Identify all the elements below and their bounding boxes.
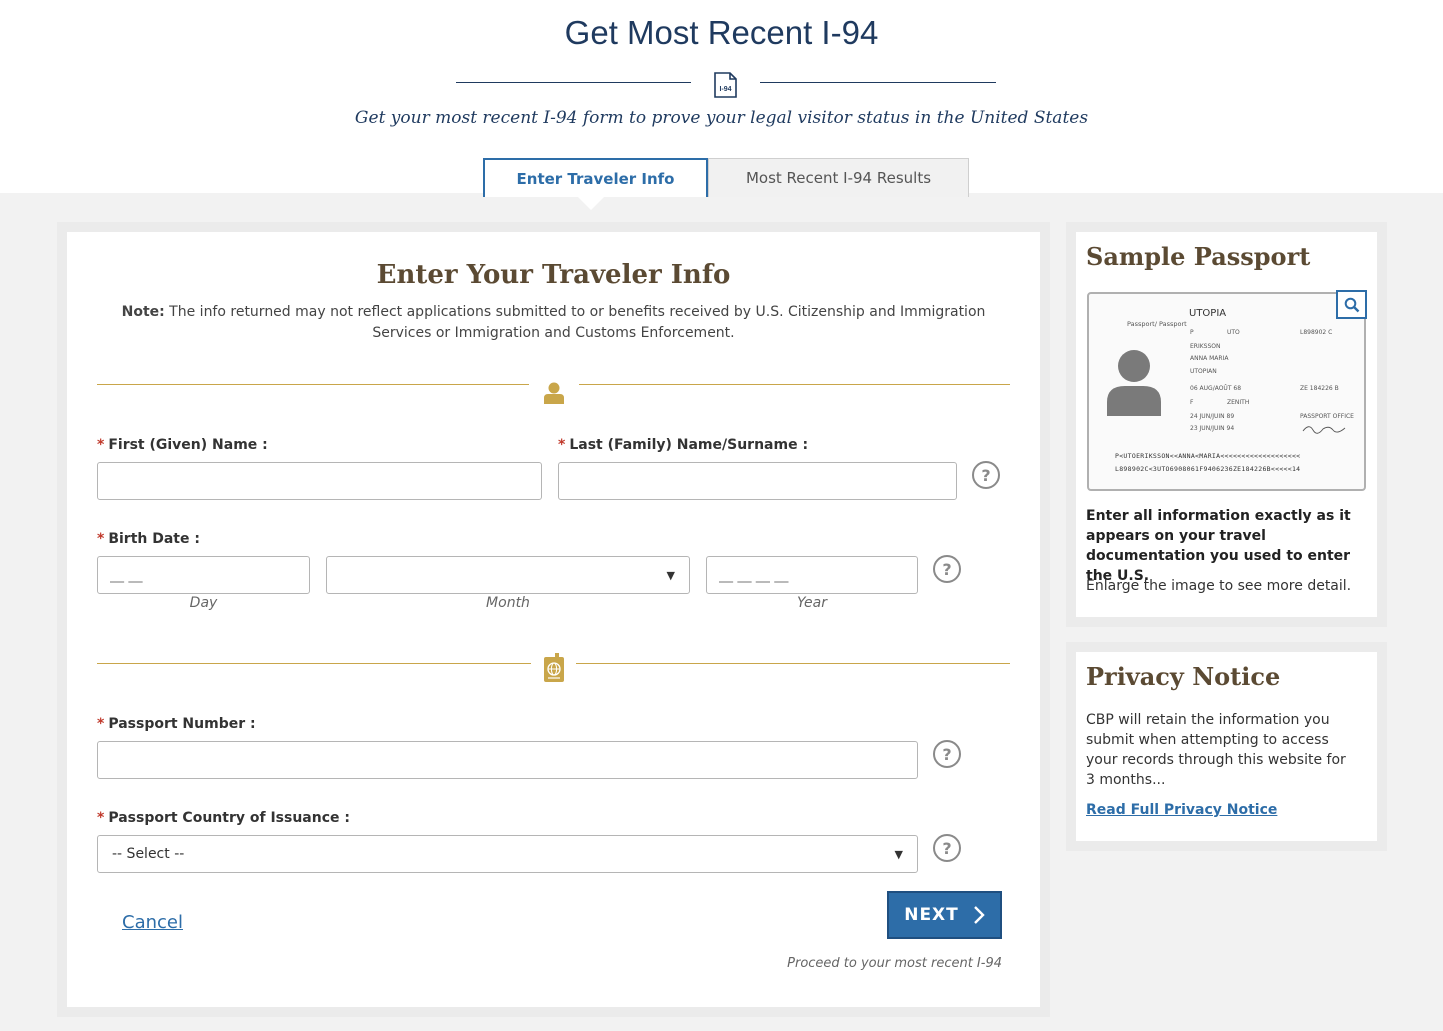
- passport-country-select[interactable]: -- Select -- ▼: [97, 835, 918, 873]
- next-button[interactable]: NEXT: [887, 891, 1002, 939]
- passport-word: Passport/ Passport: [1127, 320, 1187, 328]
- passport-country-value: -- Select --: [112, 846, 185, 862]
- passport-icon: [544, 653, 564, 682]
- traveler-form-card: Enter Your Traveler Info Note: The info …: [57, 222, 1050, 1017]
- section-divider-right: [576, 663, 1010, 664]
- birth-day-input[interactable]: [97, 556, 310, 594]
- passport-issue-date: 24 JUN/JUIN 89: [1190, 413, 1235, 420]
- step-tabs: Enter Traveler Info Most Recent I-94 Res…: [483, 158, 969, 197]
- read-privacy-notice-link[interactable]: Read Full Privacy Notice: [1086, 802, 1277, 818]
- required-marker: *: [97, 531, 105, 547]
- person-icon: [544, 382, 564, 404]
- passport-given-names: ANNA MARIA: [1190, 355, 1229, 362]
- privacy-notice-title: Privacy Notice: [1086, 662, 1281, 691]
- form-note: Note: The info returned may not reflect …: [107, 302, 1000, 344]
- passport-sex: F: [1190, 399, 1194, 406]
- next-button-label: NEXT: [904, 905, 959, 925]
- privacy-notice-text: CBP will retain the information you subm…: [1086, 712, 1346, 788]
- passport-nationality: UTOPIAN: [1190, 368, 1217, 375]
- sample-passport-instructions: Enter all information exactly as it appe…: [1086, 508, 1351, 584]
- passport-number-help-icon[interactable]: ?: [933, 740, 961, 768]
- passport-type: P: [1190, 329, 1194, 336]
- birth-date-label: * Birth Date :: [97, 531, 200, 547]
- signature-icon: [1302, 426, 1346, 434]
- last-name-input[interactable]: [558, 462, 957, 500]
- first-name-input[interactable]: [97, 462, 542, 500]
- section-divider-right: [579, 384, 1010, 385]
- header-rule-left: [456, 82, 691, 83]
- chevron-right-icon: [973, 906, 985, 924]
- passport-number-label-text: Passport Number :: [108, 716, 256, 732]
- tab-label: Enter Traveler Info: [516, 169, 675, 188]
- passport-personal-no: ZE 184226 B: [1300, 385, 1339, 392]
- passport-number-input[interactable]: [97, 741, 918, 779]
- sample-passport-card: Sample Passport Passport/ Passport UTOPI…: [1066, 222, 1387, 627]
- tab-enter-traveler-info[interactable]: Enter Traveler Info: [483, 158, 708, 197]
- passport-expiry-date: 23 JUN/JUIN 94: [1190, 425, 1235, 432]
- search-icon: [1344, 297, 1359, 312]
- day-hint: Day: [189, 595, 218, 611]
- passport-surname: ERIKSSON: [1190, 343, 1221, 350]
- chevron-down-icon: ▼: [666, 568, 675, 582]
- sample-passport-title: Sample Passport: [1086, 242, 1311, 271]
- birth-month-select[interactable]: ▼: [326, 556, 690, 594]
- i94-icon-text: I-94: [719, 86, 731, 93]
- tab-most-recent-results[interactable]: Most Recent I-94 Results: [708, 158, 969, 197]
- avatar: [1107, 350, 1161, 416]
- note-label: Note:: [121, 304, 165, 320]
- last-name-label: * Last (Family) Name/Surname :: [558, 437, 808, 453]
- passport-dob: 06 AUG/AOÛT 68: [1190, 385, 1242, 392]
- form-title: Enter Your Traveler Info: [376, 260, 731, 290]
- active-tab-pointer: [577, 196, 605, 210]
- sample-passport-panel: Sample Passport Passport/ Passport UTOPI…: [1076, 232, 1377, 617]
- first-name-label: * First (Given) Name :: [97, 437, 268, 453]
- header-rule-right: [760, 82, 996, 83]
- year-hint: Year: [797, 595, 827, 611]
- traveler-form: Enter Your Traveler Info Note: The info …: [67, 232, 1040, 1007]
- passport-mrz-line-2: L898902C<3UTO6908061F9406236ZE184226B<<<…: [1115, 465, 1301, 473]
- first-name-label-text: First (Given) Name :: [108, 437, 268, 453]
- i94-document-icon: I-94: [714, 72, 737, 98]
- passport-code: UTO: [1227, 329, 1240, 336]
- note-text: The info returned may not reflect applic…: [164, 304, 986, 341]
- required-marker: *: [97, 716, 105, 732]
- birth-date-label-text: Birth Date :: [108, 531, 200, 547]
- passport-country: UTOPIA: [1189, 308, 1227, 319]
- privacy-notice-panel: Privacy Notice CBP will retain the infor…: [1076, 652, 1377, 841]
- passport-number-label: * Passport Number :: [97, 716, 256, 732]
- passport-place-of-birth: ZENITH: [1227, 399, 1250, 406]
- sample-passport-hint: Enlarge the image to see more detail.: [1086, 578, 1352, 594]
- sample-passport-image[interactable]: Passport/ Passport UTOPIA P UTO L898902 …: [1087, 292, 1366, 491]
- section-divider-left: [97, 384, 529, 385]
- month-hint: Month: [486, 595, 530, 611]
- required-marker: *: [558, 437, 566, 453]
- required-marker: *: [97, 810, 105, 826]
- passport-number: L898902 C: [1300, 329, 1333, 336]
- privacy-notice-card: Privacy Notice CBP will retain the infor…: [1066, 642, 1387, 851]
- passport-country-label-text: Passport Country of Issuance :: [108, 810, 350, 826]
- section-divider-left: [97, 663, 531, 664]
- chevron-down-icon: ▼: [894, 847, 903, 861]
- last-name-label-text: Last (Family) Name/Surname :: [569, 437, 809, 453]
- passport-mrz-line-1: P<UTOERIKSSON<<ANNA<MARIA<<<<<<<<<<<<<<<…: [1115, 452, 1301, 460]
- passport-country-label: * Passport Country of Issuance :: [97, 810, 350, 826]
- birth-year-input[interactable]: [706, 556, 918, 594]
- passport-country-help-icon[interactable]: ?: [933, 834, 961, 862]
- cancel-link[interactable]: Cancel: [122, 912, 183, 933]
- required-marker: *: [97, 437, 105, 453]
- zoom-passport-button[interactable]: [1336, 290, 1367, 319]
- tab-label: Most Recent I-94 Results: [745, 169, 932, 187]
- page-subtitle: Get your most recent I-94 form to prove …: [354, 108, 1089, 128]
- proceed-hint: Proceed to your most recent I-94: [787, 956, 1002, 971]
- birth-date-help-icon[interactable]: ?: [933, 555, 961, 583]
- passport-authority: PASSPORT OFFICE: [1300, 413, 1354, 420]
- page-title: Get Most Recent I-94: [564, 14, 879, 51]
- name-help-icon[interactable]: ?: [972, 461, 1000, 489]
